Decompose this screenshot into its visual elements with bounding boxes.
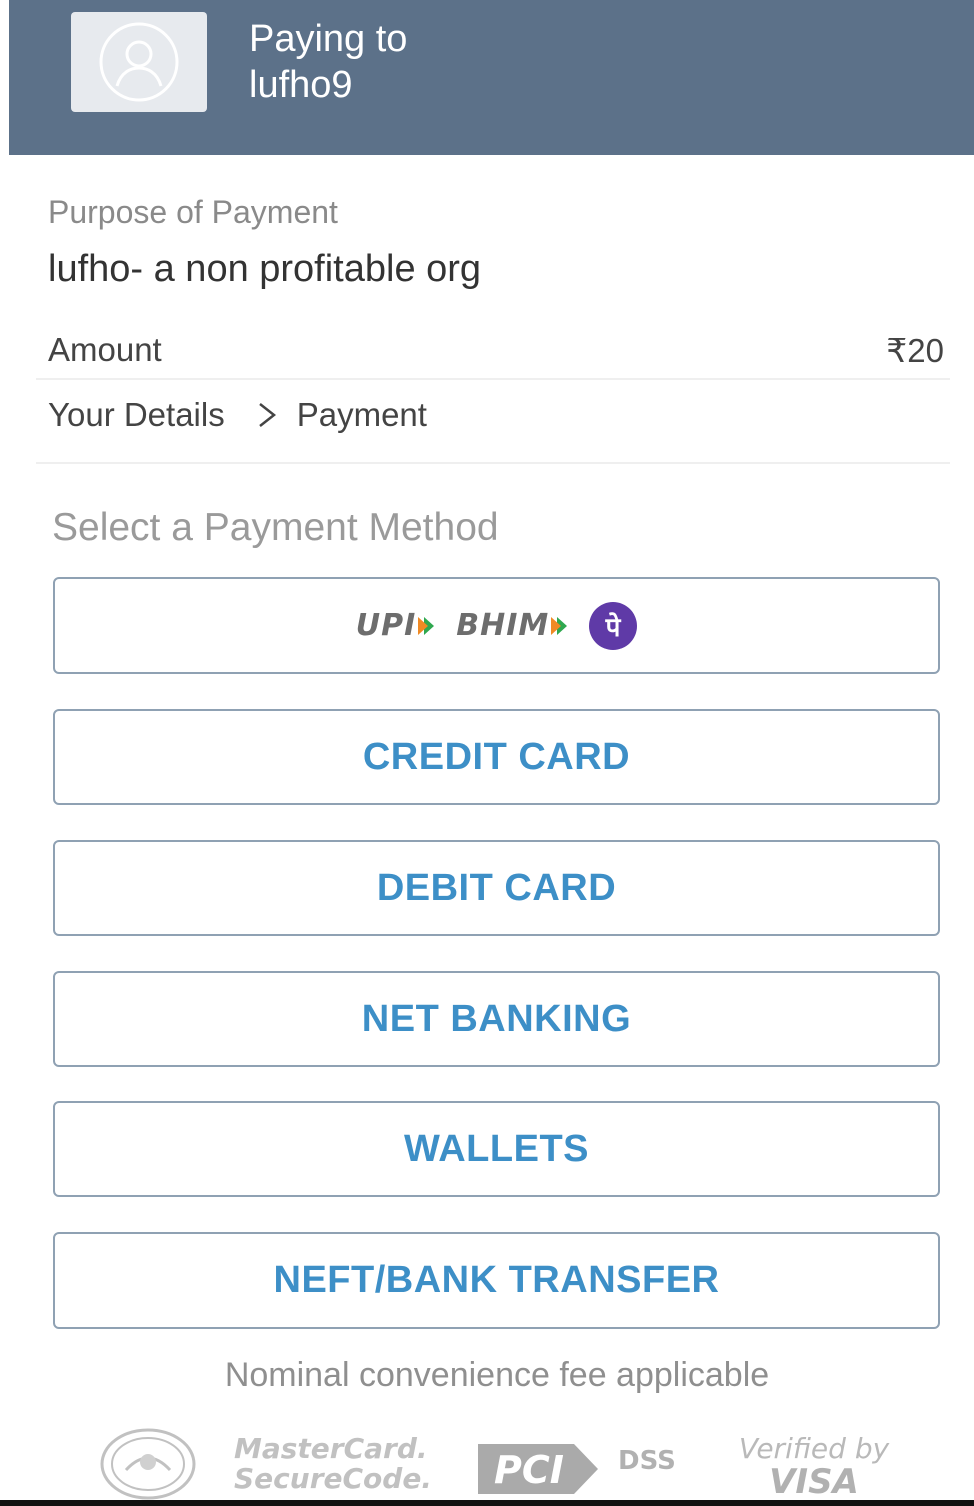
upi-logos: UPI BHIM पे xyxy=(356,601,638,650)
payee-name: lufho9 xyxy=(249,64,353,106)
credit-card-button[interactable]: CREDIT CARD xyxy=(53,709,940,805)
upi-logo: UPI xyxy=(356,608,435,643)
payee-header: Paying to lufho9 xyxy=(9,0,974,155)
phonepe-icon: पे xyxy=(589,601,638,650)
amount-value: ₹20 xyxy=(886,331,944,369)
user-icon xyxy=(99,22,179,102)
upi-arrow-icon xyxy=(418,616,429,635)
amount-row: Amount ₹20 xyxy=(48,326,944,374)
wallets-button[interactable]: WALLETS xyxy=(53,1101,940,1197)
avatar xyxy=(71,12,207,112)
chevron-right-icon xyxy=(255,400,279,430)
net-banking-button[interactable]: NET BANKING xyxy=(53,971,940,1067)
paying-to-label: Paying to xyxy=(249,18,408,60)
verified-by-visa-logo: Verified by VISA xyxy=(738,1432,890,1502)
dss-text: DSS xyxy=(618,1446,676,1476)
payment-page: Paying to lufho9 Purpose of Payment lufh… xyxy=(0,0,974,1506)
neft-bank-transfer-button[interactable]: NEFT/BANK TRANSFER xyxy=(53,1232,940,1329)
bhim-logo: BHIM xyxy=(456,608,568,643)
mastercard-securecode-logo: MasterCard. SecureCode. xyxy=(234,1432,432,1495)
debit-card-button[interactable]: DEBIT CARD xyxy=(53,840,940,936)
payee-info: Paying to lufho9 xyxy=(249,16,407,108)
divider xyxy=(36,378,950,380)
bhim-arrow-icon xyxy=(551,616,562,635)
rbi-seal-icon xyxy=(100,1428,196,1500)
upi-button[interactable]: UPI BHIM पे xyxy=(53,577,940,674)
breadcrumb: Your Details Payment xyxy=(48,396,427,434)
amount-label: Amount xyxy=(48,331,162,368)
breadcrumb-your-details[interactable]: Your Details xyxy=(48,396,225,434)
convenience-fee-note: Nominal convenience fee applicable xyxy=(224,1356,770,1394)
trust-badges: MasterCard. SecureCode. PCI DSS Verified… xyxy=(0,1420,974,1506)
bottom-bar xyxy=(0,1500,974,1506)
payment-method-heading: Select a Payment Method xyxy=(52,506,499,549)
purpose-label: Purpose of Payment xyxy=(48,194,338,230)
divider xyxy=(36,462,950,464)
breadcrumb-payment: Payment xyxy=(296,396,427,433)
pci-dss-logo: PCI xyxy=(478,1440,598,1498)
purpose-value: lufho- a non profitable org xyxy=(48,248,482,290)
